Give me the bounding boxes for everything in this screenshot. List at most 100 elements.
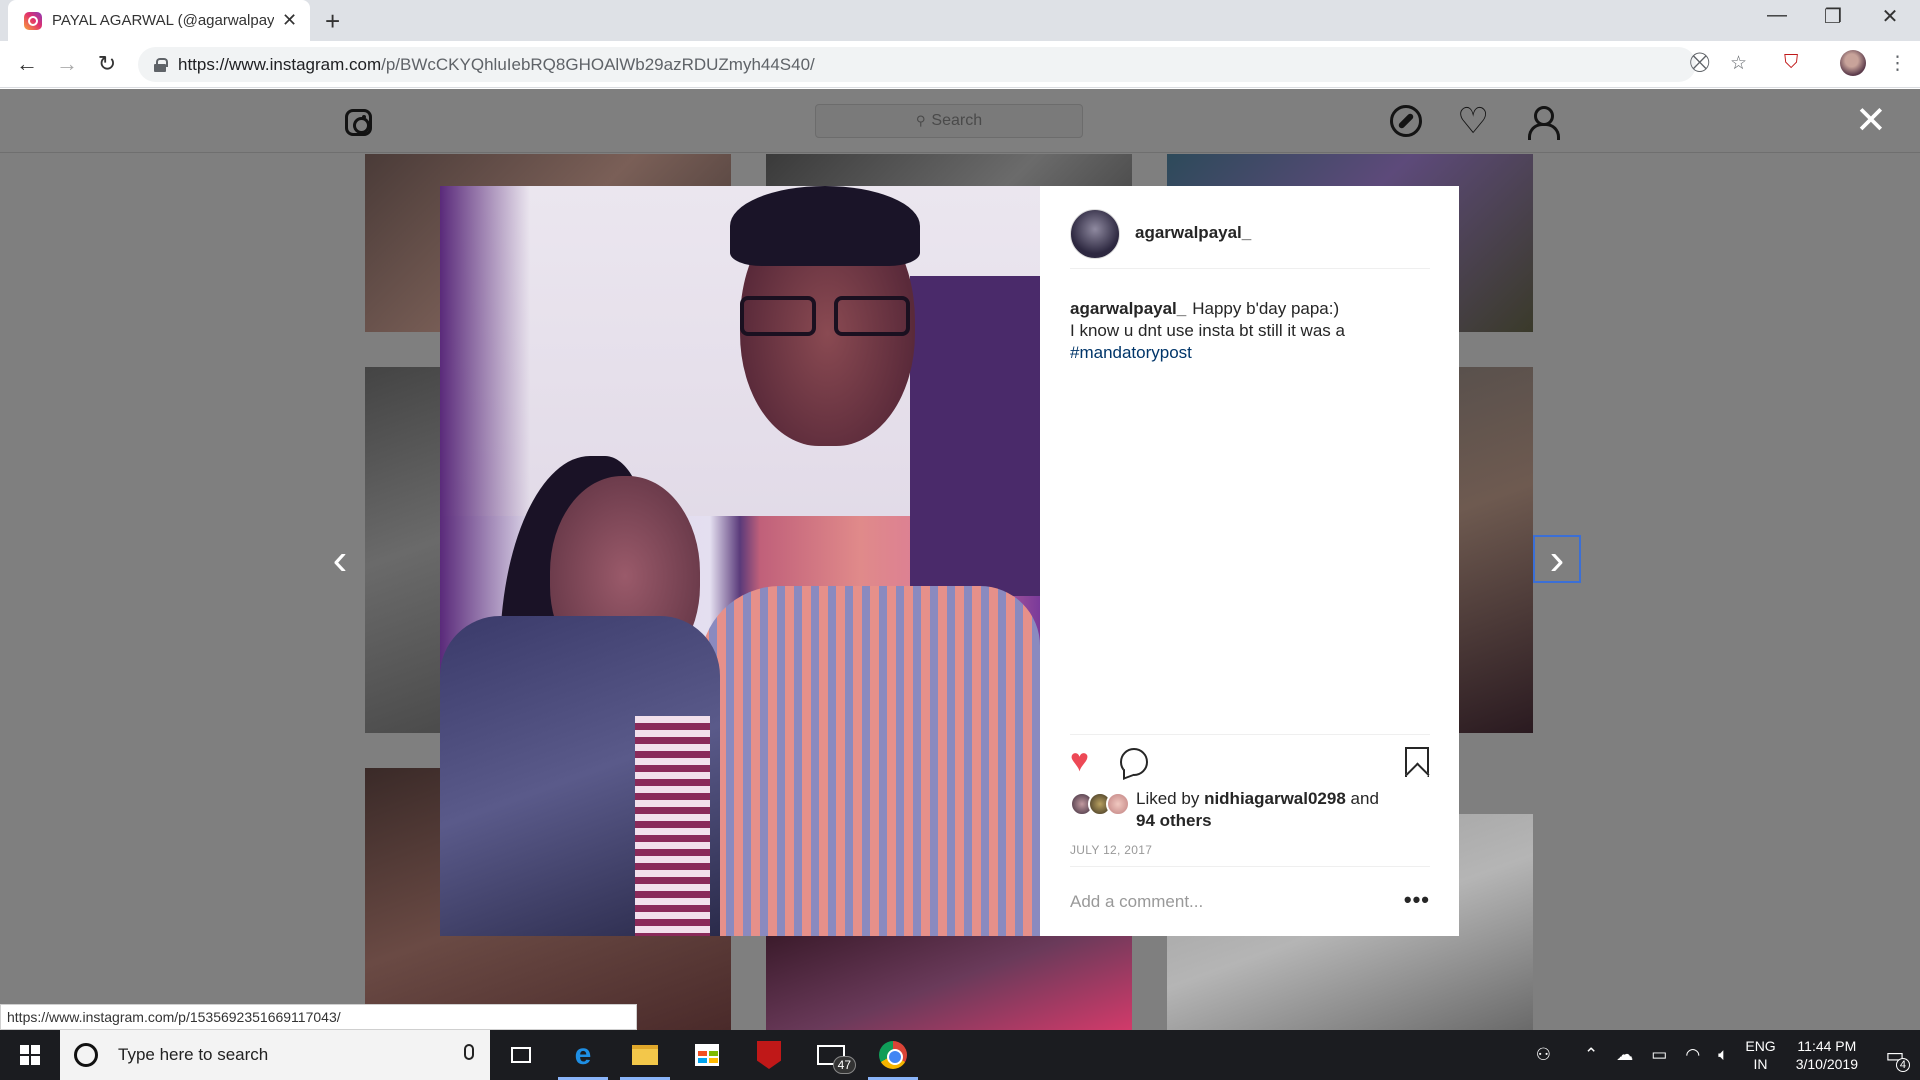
post-header: agarwalpayal_ — [1070, 209, 1430, 269]
taskbar-store[interactable] — [676, 1030, 738, 1080]
instagram-favicon-icon — [24, 11, 42, 30]
microphone-icon[interactable] — [464, 1044, 474, 1060]
caption-line-2: I know u dnt use insta bt still it was a — [1070, 321, 1345, 340]
taskbar-chrome[interactable] — [862, 1030, 924, 1080]
taskbar-edge[interactable]: e — [552, 1030, 614, 1080]
translate-blocked-icon[interactable]: ⛒ — [1690, 52, 1709, 74]
clock[interactable]: 11:44 PM 3/10/2019 — [1796, 1037, 1858, 1073]
explore-compass-icon[interactable] — [1390, 105, 1422, 137]
forward-button[interactable]: → — [52, 51, 82, 77]
author-avatar[interactable] — [1070, 209, 1120, 259]
back-button[interactable]: ← — [12, 51, 42, 77]
onedrive-cloud-icon[interactable]: ☁ — [1616, 1045, 1633, 1065]
save-bookmark-icon[interactable] — [1405, 747, 1429, 777]
reload-button[interactable]: ↻ — [92, 51, 122, 77]
next-post-arrow-icon[interactable]: › — [1533, 535, 1581, 583]
extension-icon[interactable]: ⛉ — [1784, 52, 1798, 74]
liked-by-label: Liked by — [1136, 789, 1200, 808]
cortana-icon — [74, 1043, 98, 1067]
task-view-button[interactable] — [490, 1030, 552, 1080]
windows-logo-icon — [20, 1045, 40, 1065]
store-icon — [695, 1044, 719, 1066]
post-photo[interactable] — [440, 186, 1040, 936]
search-placeholder: Search — [931, 112, 983, 129]
battery-icon[interactable]: ▭ — [1651, 1045, 1667, 1065]
language-indicator[interactable]: ENG IN — [1745, 1037, 1775, 1073]
task-view-icon — [511, 1047, 531, 1063]
system-tray: ⚇ ⌃ ☁ ▭ ◠ 🔈︎ ENG IN 11:44 PM 3/10/2019 ▭… — [1527, 1030, 1920, 1080]
language-code: ENG — [1745, 1038, 1776, 1054]
browser-tab-strip: PAYAL AGARWAL (@agarwalpaya ✕ + — ❐ ✕ — [0, 0, 1920, 41]
grid-photo[interactable] — [766, 934, 1132, 1030]
activity-heart-icon[interactable]: ♡ — [1457, 103, 1489, 139]
show-hidden-icons-chevron-icon[interactable]: ⌃ — [1584, 1045, 1598, 1065]
browser-tab[interactable]: PAYAL AGARWAL (@agarwalpaya ✕ — [8, 0, 310, 41]
profile-person-icon[interactable] — [1525, 105, 1560, 140]
address-bar[interactable]: https://www.instagram.com/p/BWcCKYQhluIe… — [138, 47, 1696, 82]
previous-post-arrow-icon[interactable]: ‹ — [316, 537, 364, 585]
post-details-panel: agarwalpayal_ agarwalpayal_ Happy b'day p… — [1040, 186, 1459, 936]
liker-avatar — [1106, 792, 1130, 816]
post-date[interactable]: JULY 12, 2017 — [1070, 843, 1152, 857]
photo-background-panel — [910, 276, 1040, 596]
comment-row: ••• — [1070, 866, 1430, 936]
instagram-logo-icon[interactable] — [345, 109, 372, 136]
author-username[interactable]: agarwalpayal_ — [1135, 223, 1251, 243]
post-caption: agarwalpayal_ Happy b'day papa:) I know u… — [1070, 298, 1430, 364]
link-status-bubble: https://www.instagram.com/p/153569235166… — [0, 1004, 637, 1030]
liked-by-and: and — [1350, 789, 1379, 808]
region-code: IN — [1753, 1056, 1768, 1072]
volume-icon[interactable]: 🔈︎ — [1718, 1045, 1728, 1065]
bookmark-star-icon[interactable]: ☆ — [1730, 52, 1747, 75]
browser-profile-avatar[interactable] — [1840, 50, 1866, 76]
mcafee-shield-icon — [757, 1041, 781, 1069]
taskbar-mail[interactable]: 47 — [800, 1030, 862, 1080]
comment-icon[interactable] — [1120, 748, 1148, 776]
start-button[interactable] — [0, 1030, 60, 1080]
url-text: https://www.instagram.com/p/BWcCKYQhluIe… — [178, 54, 815, 74]
browser-menu-icon[interactable]: ⋮ — [1888, 52, 1907, 75]
post-actions: ♥ — [1070, 734, 1430, 777]
caption-username[interactable]: agarwalpayal_ — [1070, 299, 1186, 318]
caption-hashtag[interactable]: #mandatorypost — [1070, 343, 1192, 362]
folder-icon — [632, 1045, 658, 1065]
browser-toolbar: ← → ↻ https://www.instagram.com/p/BWcCKY… — [0, 41, 1920, 88]
instagram-search-input[interactable]: ⚲ Search — [815, 104, 1083, 138]
people-icon[interactable]: ⚇ — [1536, 1045, 1551, 1065]
window-close-button[interactable]: ✕ — [1860, 4, 1920, 29]
search-icon: ⚲ — [915, 113, 926, 128]
liker-avatars — [1070, 792, 1136, 820]
taskbar-search-box[interactable]: Type here to search — [60, 1030, 490, 1080]
chrome-icon — [879, 1041, 907, 1069]
mail-badge: 47 — [832, 1056, 856, 1074]
notification-count: 4 — [1895, 1058, 1910, 1072]
taskbar-search-placeholder: Type here to search — [118, 1045, 269, 1064]
more-options-icon[interactable]: ••• — [1404, 887, 1430, 913]
comment-input[interactable] — [1070, 891, 1390, 912]
photo-glasses — [740, 296, 920, 340]
lock-icon — [154, 57, 168, 72]
likes-summary: Liked by nidhiagarwal0298 and 94 others — [1070, 788, 1430, 832]
post-modal: agarwalpayal_ agarwalpayal_ Happy b'day p… — [440, 186, 1459, 936]
close-modal-icon[interactable]: ✕ — [1855, 98, 1887, 143]
wifi-icon[interactable]: ◠ — [1685, 1045, 1700, 1065]
new-tab-button[interactable]: + — [325, 6, 340, 37]
action-center-button[interactable]: ▭ 4 — [1870, 1030, 1920, 1080]
clock-time: 11:44 PM — [1797, 1038, 1857, 1054]
tab-title: PAYAL AGARWAL (@agarwalpaya — [52, 12, 274, 29]
liked-by-user-link[interactable]: nidhiagarwal0298 — [1204, 789, 1346, 808]
liked-by-others-link[interactable]: 94 others — [1136, 811, 1212, 830]
caption-line-1: Happy b'day papa:) — [1192, 299, 1340, 318]
like-heart-icon[interactable]: ♥ — [1070, 744, 1089, 776]
taskbar-file-explorer[interactable] — [614, 1030, 676, 1080]
taskbar-mcafee[interactable] — [738, 1030, 800, 1080]
photo-man-hair — [730, 186, 920, 266]
photo-man-shirt — [700, 586, 1040, 936]
photo-girl-striped-top — [635, 716, 710, 936]
windows-taskbar: Type here to search e 47 ⚇ ⌃ ☁ ▭ ◠ 🔈︎ EN… — [0, 1030, 1920, 1080]
clock-date: 3/10/2019 — [1795, 1056, 1858, 1072]
edge-icon: e — [574, 1038, 592, 1071]
maximize-button[interactable]: ❐ — [1803, 4, 1863, 29]
tab-close-icon[interactable]: ✕ — [282, 10, 297, 31]
minimize-button[interactable]: — — [1747, 4, 1807, 27]
